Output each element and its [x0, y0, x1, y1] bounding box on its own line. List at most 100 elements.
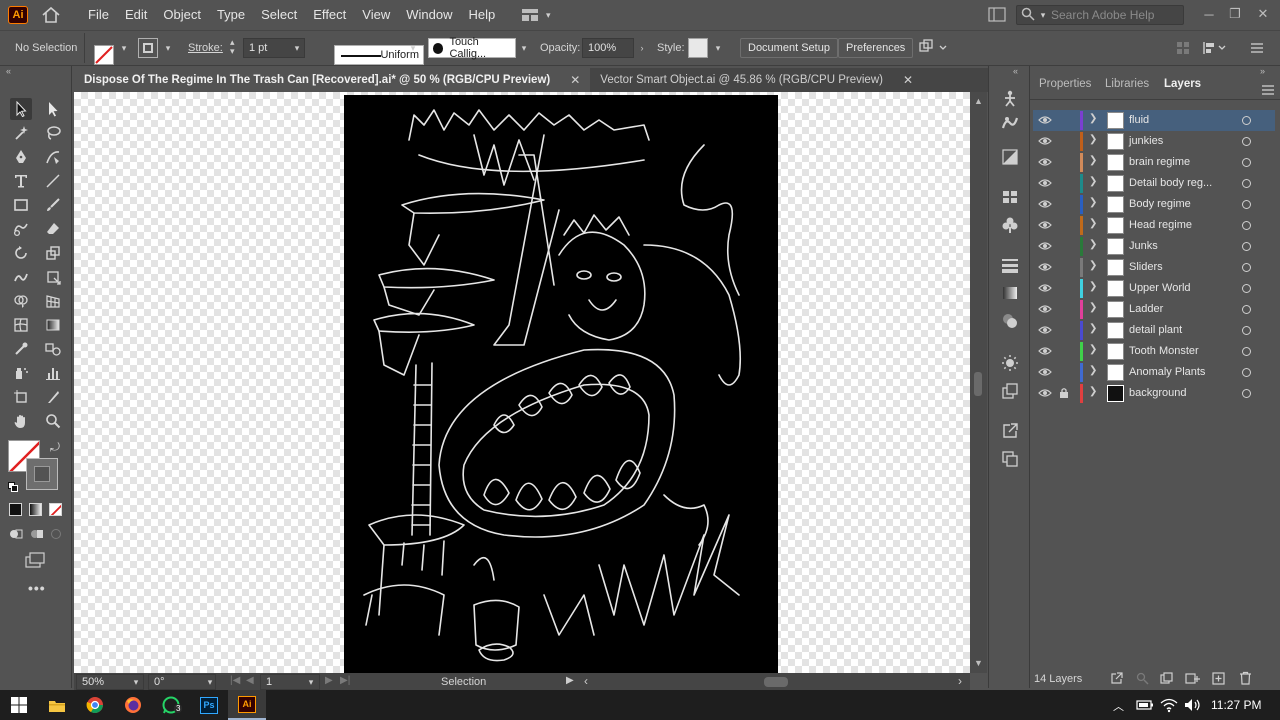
target-circle-icon[interactable]	[1242, 263, 1251, 272]
file-explorer-icon[interactable]	[38, 690, 76, 720]
lock-toggle[interactable]	[1059, 240, 1069, 252]
visibility-eye-icon[interactable]	[1038, 325, 1052, 335]
layer-row[interactable]: ❯ Upper World	[1033, 278, 1275, 299]
visibility-eye-icon[interactable]	[1038, 136, 1052, 146]
menu-window[interactable]: Window	[398, 0, 460, 30]
visibility-eye-icon[interactable]	[1038, 367, 1052, 377]
align-icon[interactable]	[1176, 41, 1190, 58]
swap-colors-icon[interactable]: ⤾	[50, 440, 60, 455]
target-circle-icon[interactable]	[1242, 242, 1251, 251]
draw-behind-icon[interactable]	[30, 528, 44, 543]
next-artboard-icon[interactable]: ▶	[325, 675, 333, 686]
stroke-swatch[interactable]	[138, 38, 158, 58]
graphic-style-swatch[interactable]	[688, 38, 708, 58]
edit-toolbar-icon[interactable]: •••	[28, 580, 46, 596]
new-layer-icon[interactable]	[1212, 672, 1225, 688]
layer-name[interactable]: Upper World	[1129, 282, 1191, 294]
lock-toggle[interactable]	[1059, 156, 1069, 168]
battery-icon[interactable]	[1136, 698, 1154, 715]
rotate-tool-icon[interactable]	[10, 242, 32, 264]
control-bar-menu-icon[interactable]	[1250, 42, 1264, 57]
volume-icon[interactable]	[1184, 698, 1202, 715]
layer-name[interactable]: Detail body reg...	[1129, 177, 1212, 189]
tab-dispose-of-the-regime[interactable]: Dispose Of The Regime In The Trash Can […	[74, 68, 591, 92]
target-circle-icon[interactable]	[1242, 116, 1251, 125]
trash-icon[interactable]	[1239, 671, 1252, 688]
screen-mode-icon[interactable]	[25, 552, 47, 571]
layer-name[interactable]: Junks	[1129, 240, 1158, 252]
lock-icon[interactable]	[1059, 387, 1069, 399]
menu-type[interactable]: Type	[209, 0, 253, 30]
restore-button[interactable]: ❐	[1222, 3, 1248, 25]
previous-artboard-icon[interactable]: ◀	[246, 675, 254, 686]
perspective-grid-tool-icon[interactable]	[42, 290, 64, 312]
visibility-eye-icon[interactable]	[1038, 115, 1052, 125]
arrange-documents-icon[interactable]	[918, 39, 948, 60]
close-button[interactable]: ✕	[1250, 3, 1276, 25]
layer-row[interactable]: ❯ detail plant	[1033, 320, 1275, 341]
layer-row[interactable]: ❯ background	[1033, 383, 1275, 404]
zoom-tool-icon[interactable]	[42, 410, 64, 432]
visibility-eye-icon[interactable]	[1038, 220, 1052, 230]
blend-tool-icon[interactable]	[42, 338, 64, 360]
target-circle-icon[interactable]	[1242, 389, 1251, 398]
default-colors-icon[interactable]	[8, 481, 18, 492]
layer-name[interactable]: fluid	[1129, 114, 1149, 126]
close-tab-icon[interactable]: ✕	[903, 73, 913, 87]
stroke-stepper[interactable]: ▴ ▾	[230, 38, 235, 56]
expand-chevron-icon[interactable]: ❯	[1089, 176, 1097, 187]
menu-edit[interactable]: Edit	[117, 0, 155, 30]
swatches-panel-icon[interactable]	[1001, 188, 1019, 209]
stroke-panel-icon[interactable]	[1001, 256, 1019, 277]
fill-swatch[interactable]	[94, 45, 114, 65]
magic-wand-tool-icon[interactable]	[10, 122, 32, 144]
asset-export-icon[interactable]	[1001, 382, 1019, 403]
visibility-eye-icon[interactable]	[1038, 304, 1052, 314]
visibility-eye-icon[interactable]	[1038, 346, 1052, 356]
lock-toggle[interactable]	[1059, 345, 1069, 357]
draw-inside-icon[interactable]	[50, 528, 62, 543]
scroll-left-icon[interactable]: ‹	[584, 674, 588, 688]
menu-file[interactable]: File	[80, 0, 117, 30]
layer-name[interactable]: Tooth Monster	[1129, 345, 1199, 357]
layer-row[interactable]: ❯ Body regime	[1033, 194, 1275, 215]
gradient-tool-icon[interactable]	[42, 314, 64, 336]
chevron-right-icon[interactable]: ›	[637, 43, 647, 53]
minimize-button[interactable]: ─	[1196, 3, 1222, 25]
clipping-mask-icon[interactable]	[1160, 672, 1173, 688]
home-icon[interactable]	[40, 4, 62, 26]
menu-object[interactable]: Object	[155, 0, 209, 30]
canvas[interactable]	[74, 92, 970, 673]
panel-toggle-icon[interactable]	[988, 7, 1006, 25]
lock-toggle[interactable]	[1059, 282, 1069, 294]
none-mode-icon[interactable]	[49, 503, 62, 516]
symbol-sprayer-tool-icon[interactable]	[10, 362, 32, 384]
tab-vector-smart-object[interactable]: Vector Smart Object.ai @ 45.86 % (RGB/CP…	[590, 68, 923, 92]
chevron-down-icon[interactable]: ▾	[713, 43, 723, 53]
target-circle-icon[interactable]	[1242, 158, 1251, 167]
lock-toggle[interactable]	[1059, 177, 1069, 189]
lock-toggle[interactable]	[1059, 366, 1069, 378]
column-graph-tool-icon[interactable]	[42, 362, 64, 384]
preferences-button[interactable]: Preferences	[838, 38, 914, 58]
selection-tool-icon[interactable]	[10, 98, 32, 120]
opacity-field[interactable]: 100%	[582, 38, 634, 58]
layer-row[interactable]: ❯ Head regime	[1033, 215, 1275, 236]
chevron-down-icon[interactable]: ▾	[163, 43, 173, 53]
symbols-panel-icon[interactable]	[1001, 216, 1019, 237]
photoshop-icon[interactable]: Ps	[190, 690, 228, 720]
layer-name[interactable]: detail plant	[1129, 324, 1182, 336]
gradient-panel-icon[interactable]	[1001, 284, 1019, 305]
layer-row[interactable]: ❯ Junks	[1033, 236, 1275, 257]
expand-chevron-icon[interactable]: ❯	[1089, 365, 1097, 376]
lasso-tool-icon[interactable]	[42, 122, 64, 144]
menu-effect[interactable]: Effect	[305, 0, 354, 30]
illustrator-taskbar-icon[interactable]: Ai	[228, 690, 266, 720]
layer-name[interactable]: Body regime	[1129, 198, 1191, 210]
tab-properties[interactable]: Properties	[1039, 78, 1091, 90]
collapse-panel-icon[interactable]: «	[6, 66, 11, 76]
lock-toggle[interactable]	[1059, 135, 1069, 147]
eraser-tool-icon[interactable]	[42, 218, 64, 240]
visibility-eye-icon[interactable]	[1038, 241, 1052, 251]
pen-tool-icon[interactable]	[10, 146, 32, 168]
